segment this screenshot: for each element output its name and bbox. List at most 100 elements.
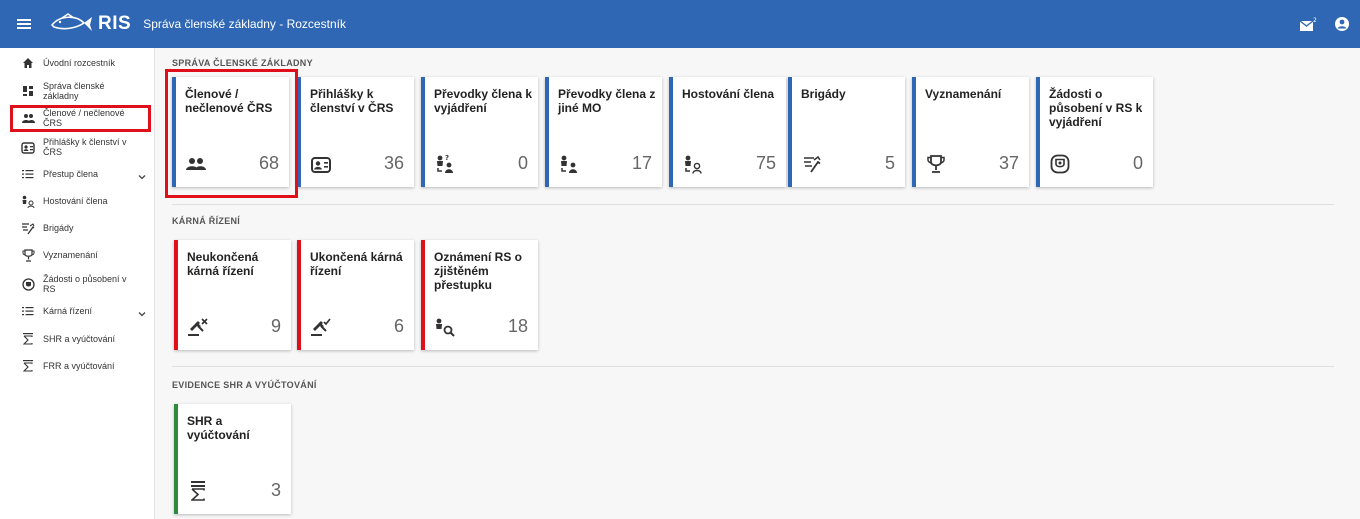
sidebar-item-sprava-clenske-zakladny[interactable]: Správa členské základny xyxy=(0,78,155,104)
sidebar-item-uvodni-rozcestnik[interactable]: Úvodní rozcestník xyxy=(0,52,155,74)
tile-count: 36 xyxy=(383,153,404,173)
tile-prevodky-k-vyjadreni[interactable]: Převodky člena k vyjádření ? 0 xyxy=(421,77,538,187)
sidebar-item-label: Brigády xyxy=(43,223,74,233)
sidebar-item-label: Správa členské základny xyxy=(43,81,105,101)
transfer-question-icon: ? xyxy=(434,153,456,175)
sidebar-item-zadosti-o-pusobeni[interactable]: Žádosti o působení v RS xyxy=(0,271,155,297)
list-icon xyxy=(20,303,36,319)
sidebar-item-clenove-neclenove[interactable]: Členové / nečlenové ČRS xyxy=(0,105,155,131)
tile-neukoncena-karna-rizeni[interactable]: Neukončená kárná řízení 9 xyxy=(174,240,291,350)
sidebar-item-prihlasky[interactable]: Přihlášky k členství v ČRS xyxy=(0,134,155,160)
id-card-icon xyxy=(310,153,332,175)
tile-title: Vyznamenání xyxy=(925,87,1002,101)
tile-count: 6 xyxy=(393,316,404,336)
tile-accent xyxy=(297,240,301,350)
tile-count: 75 xyxy=(755,153,776,173)
sidebar-item-label: Vyznamenání xyxy=(43,250,98,260)
tile-title: Ukončená kárná řízení xyxy=(310,250,403,278)
tile-title: Brigády xyxy=(801,87,846,101)
tile-accent xyxy=(174,240,178,350)
tile-count: 17 xyxy=(631,153,652,173)
tile-brigady[interactable]: Brigády 5 xyxy=(788,77,905,187)
tile-vyznamenani[interactable]: Vyznamenání 37 xyxy=(912,77,1029,187)
mail-notification-icon[interactable]: 2 xyxy=(1298,14,1318,34)
fish-logo-icon xyxy=(50,13,92,31)
id-card-icon xyxy=(20,139,36,155)
gavel-check-icon xyxy=(310,316,332,338)
list-icon xyxy=(20,166,36,182)
tile-hostovani-clena[interactable]: Hostování člena 75 xyxy=(669,77,786,187)
tile-prihlasky[interactable]: Přihlášky k členství v ČRS 36 xyxy=(297,77,414,187)
person-hosting-icon xyxy=(20,193,36,209)
people-icon xyxy=(185,153,207,175)
sidebar-item-hostovani-clena[interactable]: Hostování člena xyxy=(0,190,155,212)
people-icon xyxy=(20,110,36,126)
tile-title: Členové / nečlenové ČRS xyxy=(185,87,273,115)
tile-count: 3 xyxy=(270,480,281,500)
tile-oznameni-rs[interactable]: Oznámení RS o zjištěném přestupku 18 xyxy=(421,240,538,350)
tile-count: 68 xyxy=(258,153,279,173)
sum-icon xyxy=(20,358,36,374)
sidebar: Úvodní rozcestník Správa členské základn… xyxy=(0,48,155,519)
tile-accent xyxy=(174,404,178,514)
section-divider xyxy=(172,366,1334,367)
transfer-icon xyxy=(558,153,580,175)
chevron-down-icon[interactable] xyxy=(137,306,147,317)
ris-logo[interactable]: RIS xyxy=(50,13,131,35)
sidebar-item-label: Kárná řízení xyxy=(43,306,93,316)
tile-accent xyxy=(1036,77,1040,187)
section-title-sprava: SPRÁVA ČLENSKÉ ZÁKLADNY xyxy=(172,58,313,68)
tile-title: Převodky člena z jiné MO xyxy=(558,87,656,115)
gavel-x-icon xyxy=(187,316,209,338)
tile-shr-a-vyuctovani[interactable]: SHR a vyúčtování 3 xyxy=(174,404,291,514)
sidebar-item-karna-rizeni[interactable]: Kárná řízení xyxy=(0,300,155,322)
tile-count: 0 xyxy=(517,153,528,173)
sidebar-item-frr-a-vyuctovani[interactable]: FRR a vyúčtování xyxy=(0,355,155,377)
trophy-icon xyxy=(20,247,36,263)
trophy-icon xyxy=(925,153,947,175)
tile-accent xyxy=(421,240,425,350)
sum-icon xyxy=(20,331,36,347)
sidebar-item-label: Členové / nečlenové ČRS xyxy=(43,108,125,128)
page-title: Správa členské základny - Rozcestník xyxy=(143,17,346,31)
chevron-down-icon[interactable] xyxy=(137,169,147,180)
tile-clenove-neclenove[interactable]: Členové / nečlenové ČRS 68 xyxy=(172,77,289,187)
tile-title: Žádosti o působení v RS k vyjádření xyxy=(1049,87,1143,129)
section-title-evidence-shr: EVIDENCE SHR A VYÚČTOVÁNÍ xyxy=(172,380,317,390)
sidebar-item-shr-a-vyuctovani[interactable]: SHR a vyúčtování xyxy=(0,328,155,350)
sidebar-item-label: SHR a vyúčtování xyxy=(43,334,116,344)
tile-prevodky-z-jine-mo[interactable]: Převodky člena z jiné MO 17 xyxy=(545,77,662,187)
tile-count: 0 xyxy=(1132,153,1143,173)
person-hosting-icon xyxy=(682,153,704,175)
sidebar-item-brigady[interactable]: Brigády xyxy=(0,217,155,239)
tile-count: 5 xyxy=(884,153,895,173)
tile-accent xyxy=(421,77,425,187)
tile-ukoncena-karna-rizeni[interactable]: Ukončená kárná řízení 6 xyxy=(297,240,414,350)
person-search-icon xyxy=(434,316,456,338)
sidebar-item-label: Žádosti o působení v RS xyxy=(43,274,127,294)
dashboard-icon xyxy=(20,83,36,99)
sidebar-item-label: Přestup člena xyxy=(43,169,99,179)
sidebar-item-prestup-clena[interactable]: Přestup člena xyxy=(0,163,155,185)
logo-text: RIS xyxy=(98,13,132,34)
tile-accent xyxy=(669,77,673,187)
tile-title: Převodky člena k vyjádření xyxy=(434,87,533,115)
hamburger-menu-icon[interactable] xyxy=(6,0,42,48)
tile-accent xyxy=(912,77,916,187)
user-account-icon[interactable] xyxy=(1332,14,1352,34)
tile-accent xyxy=(297,77,301,187)
tile-title: Oznámení RS o zjištěném přestupku xyxy=(434,250,523,292)
tile-title: Přihlášky k členství v ČRS xyxy=(310,87,394,115)
sidebar-item-label: Hostování člena xyxy=(43,196,108,206)
top-app-bar: RIS Správa členské základny - Rozcestník… xyxy=(0,0,1360,48)
tile-count: 37 xyxy=(998,153,1019,173)
tile-accent xyxy=(172,77,176,187)
tile-count: 9 xyxy=(270,316,281,336)
sidebar-item-vyznamenani[interactable]: Vyznamenání xyxy=(0,244,155,266)
tile-zadosti-o-pusobeni[interactable]: Žádosti o působení v RS k vyjádření 0 xyxy=(1036,77,1153,187)
brigade-icon xyxy=(801,153,823,175)
svg-text:?: ? xyxy=(445,154,449,162)
tile-title: Hostování člena xyxy=(682,87,775,101)
tile-accent xyxy=(545,77,549,187)
home-icon xyxy=(20,55,36,71)
